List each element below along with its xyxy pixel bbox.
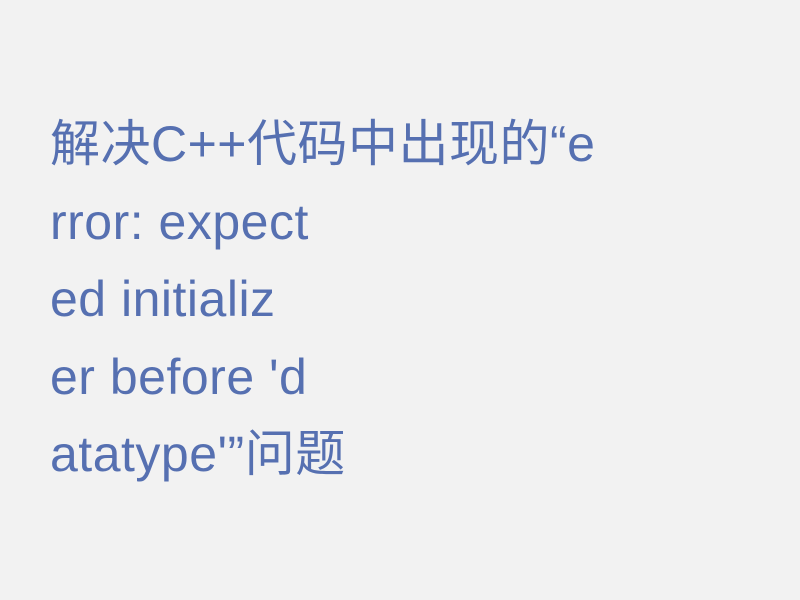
text-line-3: ed initializ xyxy=(50,271,276,327)
text-line-1: 解决C++代码中出现的“e xyxy=(50,116,595,172)
document-text: 解决C++代码中出现的“e rror: expect ed initializ … xyxy=(50,106,595,494)
text-line-2: rror: expect xyxy=(50,194,309,250)
text-line-5: atatype'”问题 xyxy=(50,426,346,482)
text-line-4: er before 'd xyxy=(50,349,307,405)
